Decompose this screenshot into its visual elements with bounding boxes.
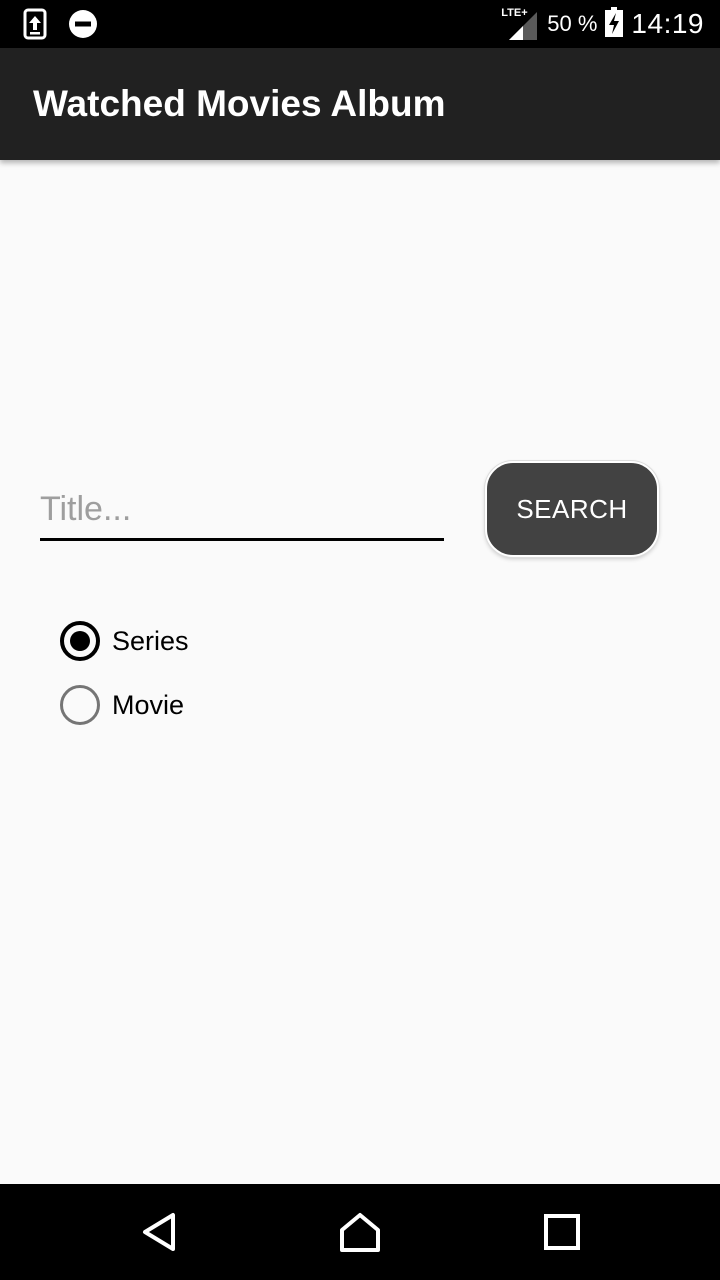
search-button[interactable]: SEARCH: [485, 461, 659, 557]
status-left: [22, 8, 98, 45]
title-input[interactable]: [40, 480, 444, 541]
app-title: Watched Movies Album: [33, 83, 446, 124]
radio-option-movie[interactable]: Movie: [60, 684, 189, 726]
status-bar: LTE+ 50 % 14:19: [0, 0, 720, 48]
radio-checked-icon[interactable]: [60, 621, 100, 661]
status-right: LTE+ 50 % 14:19: [501, 4, 704, 44]
radio-unchecked-icon[interactable]: [60, 685, 100, 725]
signal-icon: LTE+: [501, 7, 539, 41]
navigation-bar: [0, 1184, 720, 1280]
do-not-disturb-icon: [68, 9, 98, 44]
battery-percent: 50 %: [547, 11, 598, 36]
back-icon[interactable]: [138, 1210, 182, 1254]
radio-label-movie: Movie: [112, 689, 185, 720]
radio-option-series[interactable]: Series: [60, 620, 189, 662]
radio-dot: [70, 631, 90, 651]
clock: 14:19: [631, 8, 704, 39]
screenshot-upload-icon: [22, 8, 48, 45]
app-bar: Watched Movies Album: [0, 48, 720, 160]
home-icon[interactable]: [338, 1210, 382, 1254]
type-radio-group: Series Movie: [60, 620, 189, 748]
battery-charging-icon: [605, 6, 624, 42]
recents-icon[interactable]: [540, 1210, 584, 1254]
radio-label-series: Series: [112, 625, 189, 656]
